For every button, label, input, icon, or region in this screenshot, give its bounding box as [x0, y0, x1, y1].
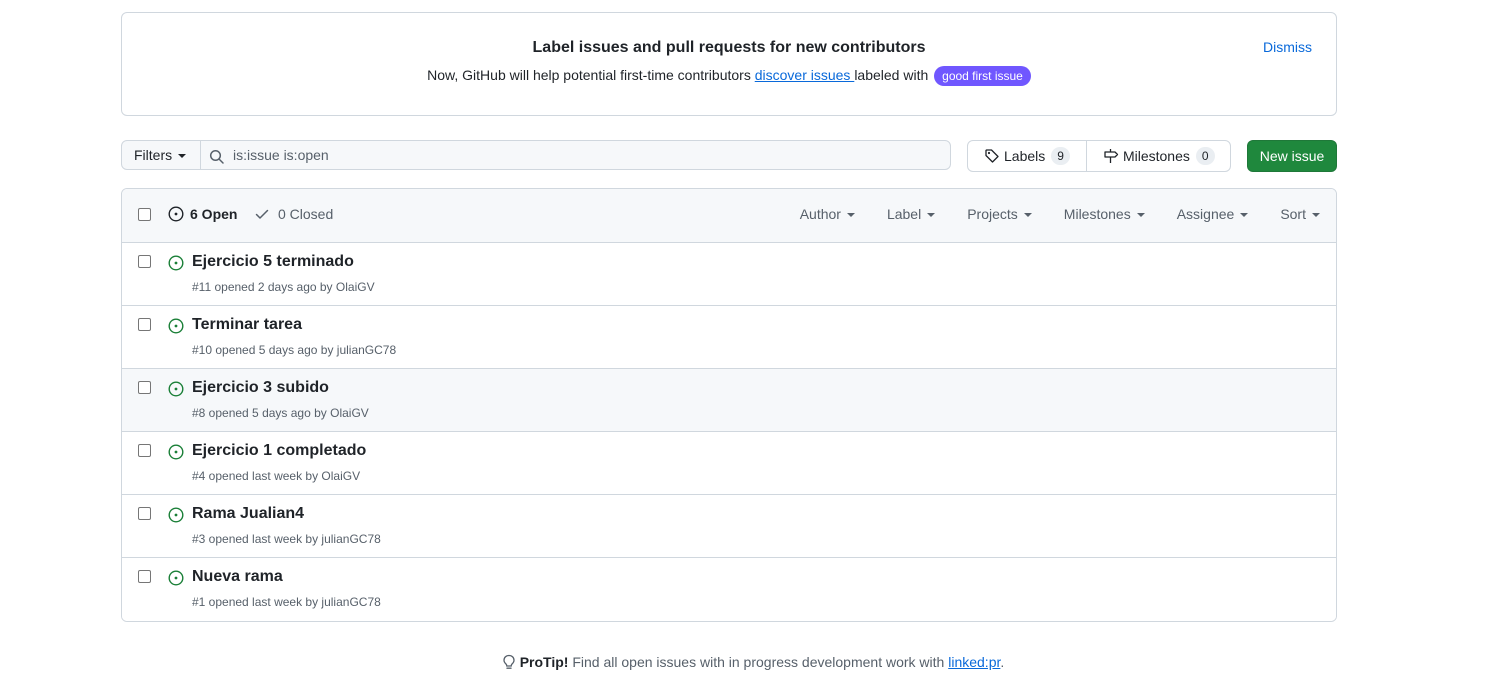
issue-row[interactable]: Terminar tarea #10 opened 5 days ago by …: [122, 306, 1336, 369]
issue-checkbox[interactable]: [138, 255, 151, 268]
assignee-filter-label: Assignee: [1176, 206, 1235, 222]
linked-pr-link[interactable]: linked:pr: [948, 654, 1000, 670]
chevron-down-icon: [1240, 213, 1249, 218]
issue-meta: #3 opened last week by julianGC78: [192, 532, 381, 546]
labels-label: Labels: [1004, 148, 1046, 164]
assignee-filter[interactable]: Assignee: [1177, 206, 1249, 222]
author-filter[interactable]: Author: [800, 206, 855, 222]
projects-filter-label: Projects: [967, 206, 1018, 222]
issue-meta: #11 opened 2 days ago by OlaiGV: [192, 280, 375, 294]
label-filter-label: Label: [886, 206, 922, 222]
milestones-label: Milestones: [1122, 148, 1190, 164]
banner-text-before: Now, GitHub will help potential first-ti…: [427, 67, 755, 83]
banner-title: Label issues and pull requests for new c…: [532, 39, 926, 56]
closed-count-label: 0 Closed: [278, 206, 334, 222]
chevron-down-icon: [178, 154, 187, 159]
closed-issues-tab[interactable]: 0 Closed: [254, 206, 333, 222]
first-contributors-banner: Label issues and pull requests for new c…: [121, 12, 1337, 116]
banner-text-after: labeled with: [854, 67, 933, 83]
label-filter[interactable]: Label: [886, 206, 936, 222]
issue-row[interactable]: Ejercicio 5 terminado #11 opened 2 days …: [122, 243, 1336, 306]
issue-opened-icon: [168, 507, 184, 523]
issue-title-link[interactable]: Nueva rama: [192, 568, 283, 586]
filters-dropdown[interactable]: Filters: [121, 140, 201, 170]
milestones-button[interactable]: Milestones 0: [1085, 141, 1231, 171]
protip-label: ProTip!: [519, 654, 569, 670]
search-icon: [209, 149, 224, 164]
issue-opened-icon: [168, 318, 184, 334]
issue-checkbox[interactable]: [138, 381, 151, 394]
issues-list-header: 6 Open 0 Closed Author Label Projects Mi…: [122, 189, 1336, 243]
chevron-down-icon: [1312, 213, 1320, 218]
chevron-down-icon: [1136, 213, 1145, 218]
open-count-label: 6 Open: [190, 206, 238, 222]
select-all-checkbox[interactable]: [138, 208, 151, 221]
labels-count: 9: [1051, 147, 1070, 165]
issue-title-link[interactable]: Ejercicio 1 completado: [192, 442, 366, 460]
milestones-filter-label: Milestones: [1063, 206, 1131, 222]
banner-text: Now, GitHub will help potential first-ti…: [122, 66, 1336, 86]
issue-meta: #1 opened last week by julianGC78: [192, 595, 381, 609]
check-icon: [255, 209, 269, 219]
issue-row[interactable]: Ejercicio 3 subido #8 opened 5 days ago …: [122, 369, 1336, 432]
milestones-count: 0: [1195, 147, 1215, 165]
milestones-filter[interactable]: Milestones: [1064, 206, 1145, 222]
new-issue-button[interactable]: New issue: [1247, 140, 1337, 172]
protip-text: Find all open issues with in progress de…: [568, 654, 949, 670]
issue-title-link[interactable]: Ejercicio 3 subido: [192, 379, 329, 397]
projects-filter[interactable]: Projects: [967, 206, 1032, 222]
list-filter-bar: Author Label Projects Milestones Assigne…: [768, 206, 1320, 222]
issue-checkbox[interactable]: [138, 318, 151, 331]
issue-checkbox[interactable]: [138, 444, 151, 457]
issues-list: 6 Open 0 Closed Author Label Projects Mi…: [121, 188, 1337, 622]
issue-opened-icon: [168, 206, 184, 222]
issue-title-link[interactable]: Rama Jualian4: [192, 505, 304, 523]
issue-row[interactable]: Rama Jualian4 #3 opened last week by jul…: [122, 495, 1336, 558]
search-field[interactable]: [200, 140, 951, 170]
issue-meta: #10 opened 5 days ago by julianGC78: [192, 343, 397, 357]
search-input[interactable]: [233, 145, 933, 165]
dismiss-button[interactable]: Dismiss: [1263, 39, 1312, 55]
light-bulb-icon: [503, 654, 515, 669]
tag-icon: [985, 149, 999, 163]
sort-filter[interactable]: Sort: [1280, 206, 1320, 222]
protip: ProTip! Find all open issues with in pro…: [0, 654, 1506, 670]
issue-opened-icon: [168, 255, 184, 271]
discover-issues-link[interactable]: discover issues: [755, 67, 855, 83]
issue-meta: #8 opened 5 days ago by OlaiGV: [192, 406, 369, 420]
sort-filter-label: Sort: [1280, 206, 1306, 222]
issue-title-link[interactable]: Terminar tarea: [192, 316, 302, 334]
issue-opened-icon: [168, 444, 184, 460]
issue-row[interactable]: Ejercicio 1 completado #4 opened last we…: [122, 432, 1336, 495]
issue-row[interactable]: Nueva rama #1 opened last week by julian…: [122, 558, 1336, 621]
chevron-down-icon: [927, 213, 936, 218]
open-issues-tab[interactable]: 6 Open: [168, 206, 237, 222]
chevron-down-icon: [846, 213, 855, 218]
issue-checkbox[interactable]: [138, 507, 151, 520]
issue-checkbox[interactable]: [138, 570, 151, 583]
good-first-issue-label[interactable]: good first issue: [934, 66, 1031, 86]
labels-milestones-group: Labels 9 Milestones 0: [967, 140, 1231, 172]
author-filter-label: Author: [799, 206, 841, 222]
milestone-icon: [1104, 149, 1119, 163]
protip-end: .: [1000, 654, 1005, 670]
issue-opened-icon: [168, 381, 184, 397]
chevron-down-icon: [1023, 213, 1032, 218]
issue-meta: #4 opened last week by OlaiGV: [192, 469, 361, 483]
issue-opened-icon: [168, 570, 184, 586]
filters-label: Filters: [134, 147, 173, 163]
issue-title-link[interactable]: Ejercicio 5 terminado: [192, 253, 354, 271]
issues-toolbar: Filters Labels 9 Milestones 0 New issue: [121, 140, 1337, 172]
labels-button[interactable]: Labels 9: [968, 141, 1086, 171]
